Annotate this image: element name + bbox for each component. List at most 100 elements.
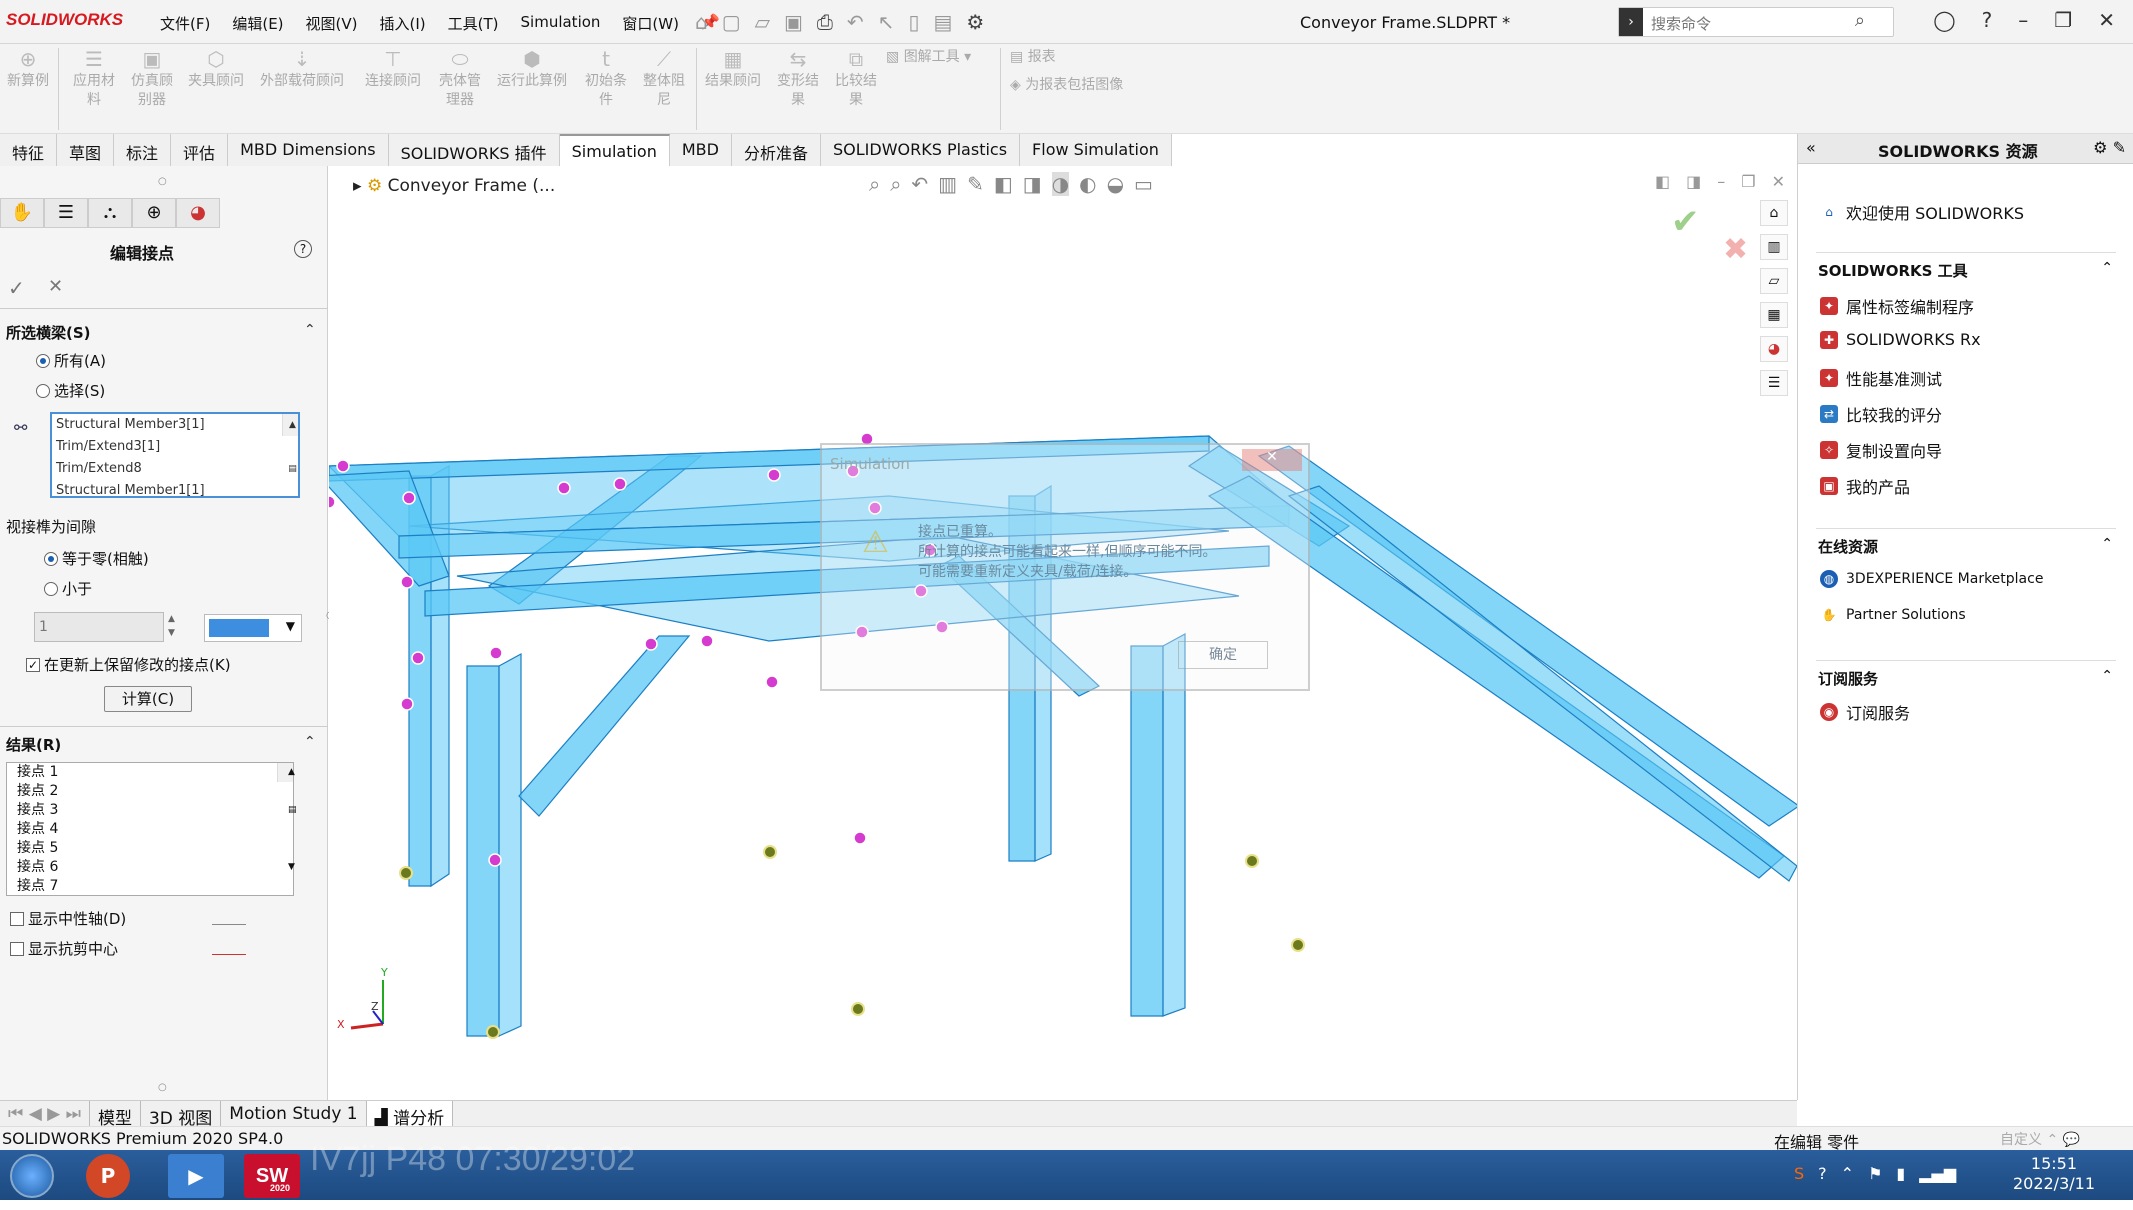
custom-properties-icon[interactable]: ☰ — [1760, 370, 1788, 396]
collapse-chevron-icon[interactable]: ⌃ — [304, 322, 316, 338]
home-icon[interactable]: ⌂ — [695, 10, 708, 34]
list-item[interactable]: 接点 1 — [7, 763, 293, 782]
dialog-close-icon[interactable]: ✕ — [1242, 449, 1302, 471]
panel-splitter-handle[interactable]: ○ — [158, 1082, 167, 1093]
partner-solutions-link[interactable]: ✋ Partner Solutions — [1820, 606, 1966, 624]
panel-splitter-handle[interactable]: ○ — [158, 176, 167, 187]
feature-manager-tab-icon[interactable]: ✋ — [0, 198, 44, 228]
joint-marker[interactable] — [767, 468, 781, 482]
list-item[interactable]: 接点 2 — [7, 782, 293, 801]
shell-manager-button[interactable]: ⬭ 壳体管理器 — [434, 49, 486, 110]
tray-flag-icon[interactable]: ⚑ — [1868, 1164, 1882, 1183]
help-icon[interactable]: ? — [1982, 8, 1993, 32]
joint-marker[interactable] — [336, 459, 350, 473]
results-list[interactable]: 接点 1 接点 2 接点 3 接点 4 接点 5 接点 6 接点 7 ▲ ▤ ▼ — [6, 762, 297, 896]
joint-marker[interactable] — [700, 634, 714, 648]
fixed-joint-marker[interactable] — [399, 866, 413, 880]
collapse-chevron-icon[interactable]: ⌃ — [304, 734, 316, 750]
search-icon[interactable]: ⌕ — [1855, 10, 1865, 31]
search-command-box[interactable]: › 搜索命令 ⌕ — [1618, 7, 1894, 37]
3dexperience-marketplace-link[interactable]: ◍ 3DEXPERIENCE Marketplace — [1820, 570, 2043, 588]
joint-marker[interactable] — [400, 697, 414, 711]
menu-simulation[interactable]: Simulation — [521, 13, 601, 34]
radio-less-than[interactable]: 小于 — [44, 578, 92, 599]
menu-window[interactable]: 窗口(W) — [622, 13, 679, 34]
pm-help-icon[interactable]: ? — [294, 240, 312, 258]
joint-marker[interactable] — [853, 831, 867, 845]
collapse-chevron-icon[interactable]: ⌃ — [2101, 260, 2113, 276]
keep-modified-checkbox[interactable]: ✓ 在更新上保留修改的接点(K) — [26, 654, 231, 675]
cancel-x-icon[interactable]: ✕ — [48, 276, 63, 297]
tab-nav-arrows[interactable]: ⏮ ◀ ▶ ⏭ — [0, 1101, 90, 1126]
beam-list[interactable]: Structural Member3[1] Trim/Extend3[1] Tr… — [50, 412, 300, 498]
dimxpert-tab-icon[interactable]: ⊕ — [132, 198, 176, 228]
tab-flow-simulation[interactable]: Flow Simulation — [1020, 134, 1172, 166]
external-load-button[interactable]: ⇣ 外部载荷顾问 — [254, 49, 350, 91]
list-item[interactable]: 接点 3 — [7, 801, 293, 820]
welcome-link[interactable]: ⌂ 欢迎使用 SOLIDWORKS — [1820, 200, 2024, 224]
calculate-button[interactable]: 计算(C) — [104, 686, 192, 712]
performance-benchmark-link[interactable]: ✦ 性能基准测试 — [1820, 366, 1942, 390]
radio-all[interactable]: 所有(A) — [36, 350, 106, 371]
apply-material-button[interactable]: ☰ 应用材料 — [68, 49, 120, 110]
list-item[interactable]: Trim/Extend3[1] — [52, 436, 298, 458]
result-advisor-button[interactable]: ▦ 结果顾问 — [700, 49, 766, 91]
undo-icon[interactable]: ↶ — [847, 10, 864, 34]
dialog-ok-button[interactable]: 确定 — [1178, 641, 1268, 669]
fixture-advisor-button[interactable]: ⬡ 夹具顾问 — [184, 49, 248, 91]
menu-file[interactable]: 文件(F) — [160, 13, 210, 34]
joint-marker[interactable] — [489, 646, 503, 660]
tab-analysis-prep[interactable]: 分析准备 — [731, 134, 821, 166]
property-manager-tab-icon[interactable]: ☰ — [44, 198, 88, 228]
media-player-icon[interactable]: ▶ — [168, 1154, 224, 1198]
start-button[interactable] — [10, 1154, 54, 1198]
fixed-joint-marker[interactable] — [486, 1025, 500, 1039]
list-item[interactable]: 接点 4 — [7, 820, 293, 839]
collapse-chevron-icon[interactable]: ⌃ — [2101, 668, 2113, 684]
tray-battery-icon[interactable]: ▮ — [1896, 1164, 1905, 1183]
tray-chevron-icon[interactable]: ⌃ — [1841, 1164, 1854, 1183]
radio-select[interactable]: 选择(S) — [36, 380, 105, 401]
collapse-chevron-icon[interactable]: ⌃ — [2101, 536, 2113, 552]
deformed-result-button[interactable]: ⇆ 变形结果 — [772, 49, 824, 110]
user-icon[interactable]: ◯ — [1933, 8, 1955, 32]
global-damping-button[interactable]: ⟋ 整体阻尼 — [638, 49, 690, 110]
print-icon[interactable]: ⎙ — [817, 10, 833, 34]
configuration-manager-tab-icon[interactable]: ⛬ — [88, 198, 132, 228]
tab-model[interactable]: 模型 — [90, 1101, 141, 1129]
tab-motion-study[interactable]: Motion Study 1 — [221, 1101, 367, 1126]
resources-home-icon[interactable]: ⌂ — [1760, 200, 1788, 226]
solidworks-taskbar-icon[interactable]: SW 2020 — [244, 1154, 300, 1198]
joint-marker[interactable] — [402, 491, 416, 505]
fixed-joint-marker[interactable] — [763, 845, 777, 859]
ok-check-icon[interactable]: ✓ — [8, 276, 25, 300]
new-document-icon[interactable]: ▢ — [722, 10, 741, 34]
menu-view[interactable]: 视图(V) — [306, 13, 358, 34]
list-item[interactable]: Structural Member3[1] — [52, 414, 298, 436]
radio-equal-zero[interactable]: 等于零(相触) — [44, 548, 149, 569]
new-study-button[interactable]: ⊕ 新算例 — [6, 49, 50, 91]
run-study-button[interactable]: ⬢ 运行此算例 — [492, 49, 572, 91]
fixed-joint-marker[interactable] — [1245, 854, 1259, 868]
collapse-double-chevron-icon[interactable]: « — [1806, 138, 1816, 157]
list-item[interactable]: Trim/Extend8 — [52, 458, 298, 480]
simulation-dialog[interactable]: Simulation ✕ ⚠ 接点已重算。 所计算的接点可能看起来一样,但顺序可… — [820, 443, 1310, 691]
joint-marker[interactable] — [329, 495, 336, 509]
show-shear-center-checkbox[interactable]: 显示抗剪中心 — [10, 938, 118, 959]
save-icon[interactable]: ▣ — [784, 10, 803, 34]
joint-marker[interactable] — [411, 651, 425, 665]
tray-app-icon[interactable]: S — [1794, 1164, 1804, 1183]
connection-advisor-button[interactable]: ⊤ 连接顾问 — [358, 49, 428, 91]
subscription-services-link[interactable]: ◉ 订阅服务 — [1820, 700, 1910, 724]
menu-edit[interactable]: 编辑(E) — [232, 13, 283, 34]
menu-tools[interactable]: 工具(T) — [448, 13, 499, 34]
copy-settings-wizard-link[interactable]: ✧ 复制设置向导 — [1820, 438, 1942, 462]
options-gear-icon[interactable]: ⚙ — [966, 10, 984, 34]
tray-help-icon[interactable]: ? — [1818, 1164, 1827, 1183]
tab-mbd-dimensions[interactable]: MBD Dimensions — [228, 134, 389, 166]
list-item[interactable]: 接点 7 — [7, 877, 293, 896]
settings-pin-icon[interactable]: ⚙ ✎ — [2093, 138, 2126, 157]
close-icon[interactable]: ✕ — [2098, 8, 2115, 32]
view-palette-icon[interactable]: ▦ — [1760, 302, 1788, 328]
tab-sketch[interactable]: 草图 — [57, 134, 115, 166]
